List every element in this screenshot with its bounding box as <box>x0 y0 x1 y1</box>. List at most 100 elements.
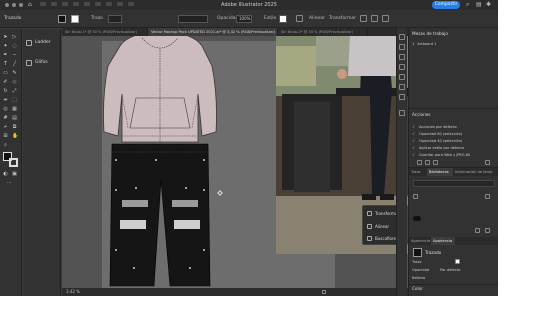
selection-type-label: Trazado <box>4 16 22 21</box>
stroke-color-box[interactable] <box>9 158 18 167</box>
direct-selection-tool-icon[interactable]: ▷ <box>12 35 17 40</box>
search-icon[interactable]: ⌕ <box>466 2 472 8</box>
action-row[interactable]: ✓ Aplicar estilo por defecto <box>412 145 464 150</box>
recolor-icon[interactable] <box>296 15 303 22</box>
add-icon[interactable] <box>485 194 490 199</box>
glyphs-panel-button[interactable]: Glifos <box>26 58 48 67</box>
libraries-panel-button[interactable]: Ladder <box>26 38 51 47</box>
action-row[interactable]: ✓ Opacidad 40 (selección) <box>412 138 462 143</box>
tab-document-1[interactable]: Sin título-1* @ 50 % (RGB/Previsualizar) <box>62 28 148 36</box>
panel-menu-icon[interactable] <box>382 15 389 22</box>
transform-menu-item[interactable]: Transformar <box>367 209 399 217</box>
shaper-tool-icon[interactable]: ✐ <box>3 80 8 85</box>
tab-document-3[interactable]: Sin título-2* @ 34 % (RGB/Previsualizar) <box>278 28 368 36</box>
action-row[interactable]: ✓ Guardar para Web y JPEG 60 <box>412 152 470 157</box>
hoodie-mockup[interactable] <box>98 36 222 146</box>
library-search-input[interactable] <box>413 180 495 187</box>
curvature-tool-icon[interactable]: ∽ <box>12 53 17 58</box>
cloud-icon[interactable] <box>475 228 480 233</box>
magic-wand-tool-icon[interactable]: ✦ <box>3 44 8 49</box>
stroke-attribute-row[interactable]: Trazo <box>412 260 421 264</box>
library-item-thumbnail[interactable] <box>413 216 421 221</box>
delete-icon[interactable] <box>485 160 490 165</box>
mesh-tool-icon[interactable]: # <box>3 116 8 121</box>
action-row[interactable]: ✓ Opacidad 60 (selección) <box>412 131 462 136</box>
library-menu-icon[interactable] <box>485 228 490 233</box>
eyedropper-tool-icon[interactable]: ⌿ <box>3 125 8 130</box>
artboard-nav-icon[interactable] <box>322 290 326 294</box>
brushes-icon[interactable] <box>399 74 405 80</box>
align-menu-item[interactable]: Alinear <box>367 222 389 230</box>
scale-tool-icon[interactable]: ⤢ <box>12 89 17 94</box>
opacity-attribute-row[interactable]: Opacidad Por defecto <box>412 268 460 272</box>
symbols-icon[interactable] <box>399 84 405 90</box>
brush-definition-select[interactable] <box>178 15 208 23</box>
tab-text-info[interactable]: Información de texto <box>453 168 497 176</box>
stroke-weight-field[interactable] <box>108 15 122 23</box>
graphic-style-swatch[interactable] <box>279 15 287 23</box>
glyphs-label: Glifos <box>35 60 48 65</box>
isolate-icon[interactable] <box>360 15 367 22</box>
canvas[interactable]: Transformar Alinear Buscafiores <box>62 36 408 288</box>
gradient-tool-icon[interactable]: ▤ <box>12 116 17 121</box>
libraries-label: Ladder <box>35 40 51 45</box>
settings-icon[interactable]: ✱ <box>486 2 492 8</box>
width-tool-icon[interactable]: ⇹ <box>3 98 8 103</box>
tools-panel: ➤ ▷ ✦ ◌ ✒ ∽ T ╱ ▭ ✎ ✐ ◇ ↻ ⤢ ⇹ ⬚ ◎ ▦ # ▤ … <box>0 29 22 296</box>
workspace-icon[interactable]: ▤ <box>476 2 482 8</box>
transform-link[interactable]: Transformar <box>329 16 356 21</box>
actions-icon[interactable] <box>399 110 405 116</box>
tab-libraries[interactable]: Bibliotecas <box>427 168 453 176</box>
tab-stroke[interactable]: Trazo <box>409 168 427 176</box>
align-link[interactable]: Alinear <box>309 16 325 21</box>
tab-appearance-2[interactable]: Apariencia <box>431 237 455 245</box>
screen-mode-icon[interactable]: ▣ <box>12 172 17 177</box>
edit-toolbar-icon[interactable]: ⋯ <box>7 181 12 186</box>
panel-divider <box>409 284 498 285</box>
rotate-tool-icon[interactable]: ↻ <box>3 89 8 94</box>
shape-builder-tool-icon[interactable]: ◎ <box>3 107 8 112</box>
graphic-styles-icon[interactable] <box>399 94 405 100</box>
cargo-pants-mockup[interactable] <box>106 140 214 288</box>
stop-icon[interactable] <box>417 160 422 165</box>
artboard-row[interactable]: 1 Artboard 1 <box>412 42 436 46</box>
artboard-tool-icon[interactable]: ⊞ <box>3 134 8 139</box>
eraser-tool-icon[interactable]: ◇ <box>12 80 17 85</box>
share-button[interactable]: Compartir <box>432 1 460 9</box>
record-icon[interactable] <box>425 160 430 165</box>
pen-tool-icon[interactable]: ✒ <box>3 53 8 58</box>
rectangle-tool-icon[interactable]: ▭ <box>3 71 8 76</box>
blend-tool-icon[interactable]: ⧉ <box>12 125 17 130</box>
action-set-row[interactable]: ✓ Acciones por defecto <box>412 124 457 129</box>
fill-attribute-row[interactable]: Relleno <box>412 276 425 280</box>
free-transform-tool-icon[interactable]: ⬚ <box>12 98 17 103</box>
fill-swatch[interactable] <box>58 15 66 23</box>
stroke-color-swatch[interactable] <box>455 259 460 264</box>
libraries-icon[interactable] <box>399 54 405 60</box>
filter-icon[interactable] <box>413 194 418 199</box>
perspective-tool-icon[interactable]: ▦ <box>12 107 17 112</box>
properties-tab-bar: Trazo Bibliotecas Información de texto <box>409 168 498 176</box>
draw-mode-icon[interactable]: ◐ <box>3 172 8 177</box>
pathfinder-menu-item[interactable]: Buscafiores <box>367 234 398 242</box>
artboards-panel-title: Mesas de trabajo <box>412 31 448 36</box>
line-tool-icon[interactable]: ╱ <box>12 62 17 67</box>
opacity-field[interactable]: 100% <box>236 15 252 23</box>
arrange-icon[interactable] <box>371 15 378 22</box>
action-label: Opacidad 40 (selección) <box>419 138 463 143</box>
swatches-icon[interactable] <box>399 64 405 70</box>
hand-tool-icon[interactable]: ✋ <box>12 134 18 139</box>
zoom-tool-icon[interactable]: ⌕ <box>3 143 8 148</box>
properties-icon[interactable] <box>399 34 405 40</box>
zoom-level[interactable]: 3,42 % <box>66 289 80 294</box>
stroke-swatch[interactable] <box>71 15 79 23</box>
layers-icon[interactable] <box>399 44 405 50</box>
check-icon: ✓ <box>412 124 416 129</box>
play-icon[interactable] <box>433 160 438 165</box>
lasso-tool-icon[interactable]: ◌ <box>12 44 17 49</box>
tab-document-2[interactable]: Vector Mockup Pack UPDATED 2021.ai* @ 3,… <box>148 28 278 36</box>
type-tool-icon[interactable]: T <box>3 62 8 67</box>
tab-appearance-1[interactable]: Apariencia <box>409 237 431 245</box>
paintbrush-tool-icon[interactable]: ✎ <box>12 71 17 76</box>
selection-tool-icon[interactable]: ➤ <box>3 35 8 40</box>
